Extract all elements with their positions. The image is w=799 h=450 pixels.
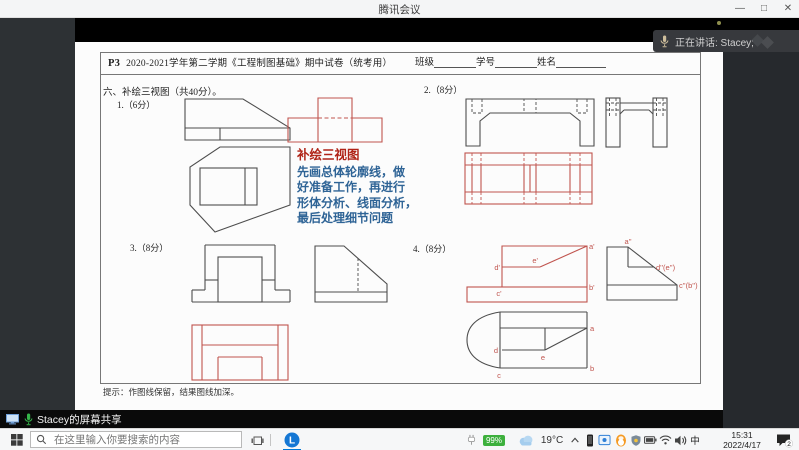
tray-phone[interactable]: [582, 429, 597, 450]
notification-center-button[interactable]: 2: [772, 429, 796, 450]
p4-label-e-prime: e': [532, 256, 538, 265]
taskbar-clock[interactable]: 15:31 2022/4/17: [713, 430, 771, 450]
speaking-indicator: 正在讲话: Stacey;: [653, 30, 799, 52]
status-dot: [717, 21, 721, 25]
microphone-icon: [660, 35, 669, 48]
annotation-line: 好准备工作，再进行: [297, 180, 417, 196]
window-title: 腾讯会议: [0, 2, 799, 17]
annotation-title: 补绘三视图: [297, 148, 417, 164]
ime-indicator[interactable]: 中: [688, 429, 702, 450]
power-plug-icon: [464, 429, 478, 450]
battery-status[interactable]: 99%: [479, 429, 509, 450]
windows-logo-icon: [11, 434, 23, 446]
p1-answer-view: [288, 98, 382, 142]
tray-screenshot-tool[interactable]: [597, 429, 612, 450]
p2-side-view: [606, 98, 667, 147]
battery-percent-badge: 99%: [483, 435, 505, 446]
share-label: Stacey的屏幕共享: [37, 412, 122, 427]
share-mic-icon: [24, 413, 33, 426]
close-button[interactable]: ✕: [781, 1, 795, 16]
p4-label-c: c: [497, 371, 501, 380]
tray-expand-button[interactable]: [567, 429, 582, 450]
p4-label-d-prime: d': [494, 263, 500, 272]
screen: 腾讯会议 — □ ✕ P32020-2021学年第二学期《工程制图基础》期中试卷…: [0, 0, 799, 450]
p3-answer-view: [192, 325, 288, 380]
shared-document: P32020-2021学年第二学期《工程制图基础》期中试卷（统考用） 班级 学号…: [75, 42, 723, 410]
p4-top-view: [467, 312, 587, 368]
p1-top-view: [190, 147, 290, 232]
tray-qq[interactable]: [613, 429, 628, 450]
p2-answer-view: [465, 153, 592, 204]
meeting-watermark-icon: [751, 35, 785, 49]
weather-widget[interactable]: [517, 429, 535, 450]
annotation-line: 形体分析、线面分析，: [297, 196, 417, 212]
monitor-icon: [5, 414, 20, 425]
p4-label-c-dblprime: c''(b''): [679, 281, 698, 290]
screenshot-icon: [598, 434, 611, 446]
p4-label-d-dblprime: d''(e''): [656, 263, 676, 272]
p4-label-d: d: [494, 346, 498, 355]
taskbar-separator: [270, 434, 271, 446]
maximize-button[interactable]: □: [757, 1, 771, 16]
notification-count: 2: [787, 441, 791, 448]
shield-icon: [630, 434, 642, 447]
tray-security[interactable]: [628, 429, 643, 450]
clock-date: 2022/4/17: [713, 440, 771, 450]
browser-l-icon: L: [284, 432, 300, 448]
svg-text:L: L: [289, 436, 295, 447]
stage-left-panel: [0, 18, 75, 410]
p4-label-a-dblprime: a'': [624, 237, 632, 246]
p3-front-view: [192, 245, 290, 302]
minimize-button[interactable]: —: [733, 1, 747, 16]
p2-front-view: [466, 99, 594, 146]
annotation-line: 最后处理细节问题: [297, 211, 417, 227]
p3-side-view: [315, 246, 387, 302]
p1-front-view: [185, 99, 290, 140]
speaking-label: 正在讲话: Stacey;: [675, 34, 754, 49]
annotation-line: 先画总体轮廓线，做: [297, 165, 417, 181]
screen-share-bar: Stacey的屏幕共享: [0, 410, 723, 428]
start-button[interactable]: [6, 429, 28, 450]
volume-icon: [674, 435, 687, 446]
phone-icon: [586, 434, 594, 447]
p4-label-b: b: [590, 364, 594, 373]
p4-side-view: [607, 247, 677, 300]
battery-icon: [644, 436, 657, 444]
meeting-stage: P32020-2021学年第二学期《工程制图基础》期中试卷（统考用） 班级 学号…: [0, 18, 799, 428]
wifi-icon: [659, 435, 672, 445]
stage-right-panel: [723, 42, 799, 428]
p4-label-b-prime: b': [589, 283, 595, 292]
p4-label-a: a: [590, 324, 595, 333]
cloud-icon: [518, 435, 534, 446]
app-browser-button[interactable]: L: [280, 429, 304, 450]
p4-label-e: e: [541, 353, 545, 362]
windows-taskbar: L: [0, 428, 799, 450]
clock-time: 15:31: [713, 430, 771, 440]
p4-point-labels: a' e' d' b' c' a'' d''(e'') c''(b'') a d…: [494, 237, 698, 380]
search-icon: [36, 434, 47, 445]
task-view-button[interactable]: [246, 429, 268, 450]
chevron-up-icon: [570, 436, 580, 444]
search-input[interactable]: [52, 433, 236, 447]
tray-battery[interactable]: [643, 429, 658, 450]
task-view-icon: [251, 434, 264, 447]
tray-wifi[interactable]: [658, 429, 673, 450]
teacher-annotation: 补绘三视图 先画总体轮廓线，做 好准备工作，再进行 形体分析、线面分析， 最后处…: [297, 148, 417, 227]
temperature-label[interactable]: 19°C: [537, 429, 567, 450]
notification-icon: 2: [776, 433, 793, 448]
taskbar-search[interactable]: [30, 431, 242, 448]
p4-label-c-prime: c': [496, 289, 502, 298]
tray-volume[interactable]: [673, 429, 688, 450]
window-titlebar: 腾讯会议 — □ ✕: [0, 0, 799, 18]
p4-label-a-prime: a': [589, 242, 595, 251]
given-views-black: [185, 98, 677, 368]
qq-tray-icon: [615, 434, 627, 447]
p4-answer-front-view: [467, 246, 587, 302]
